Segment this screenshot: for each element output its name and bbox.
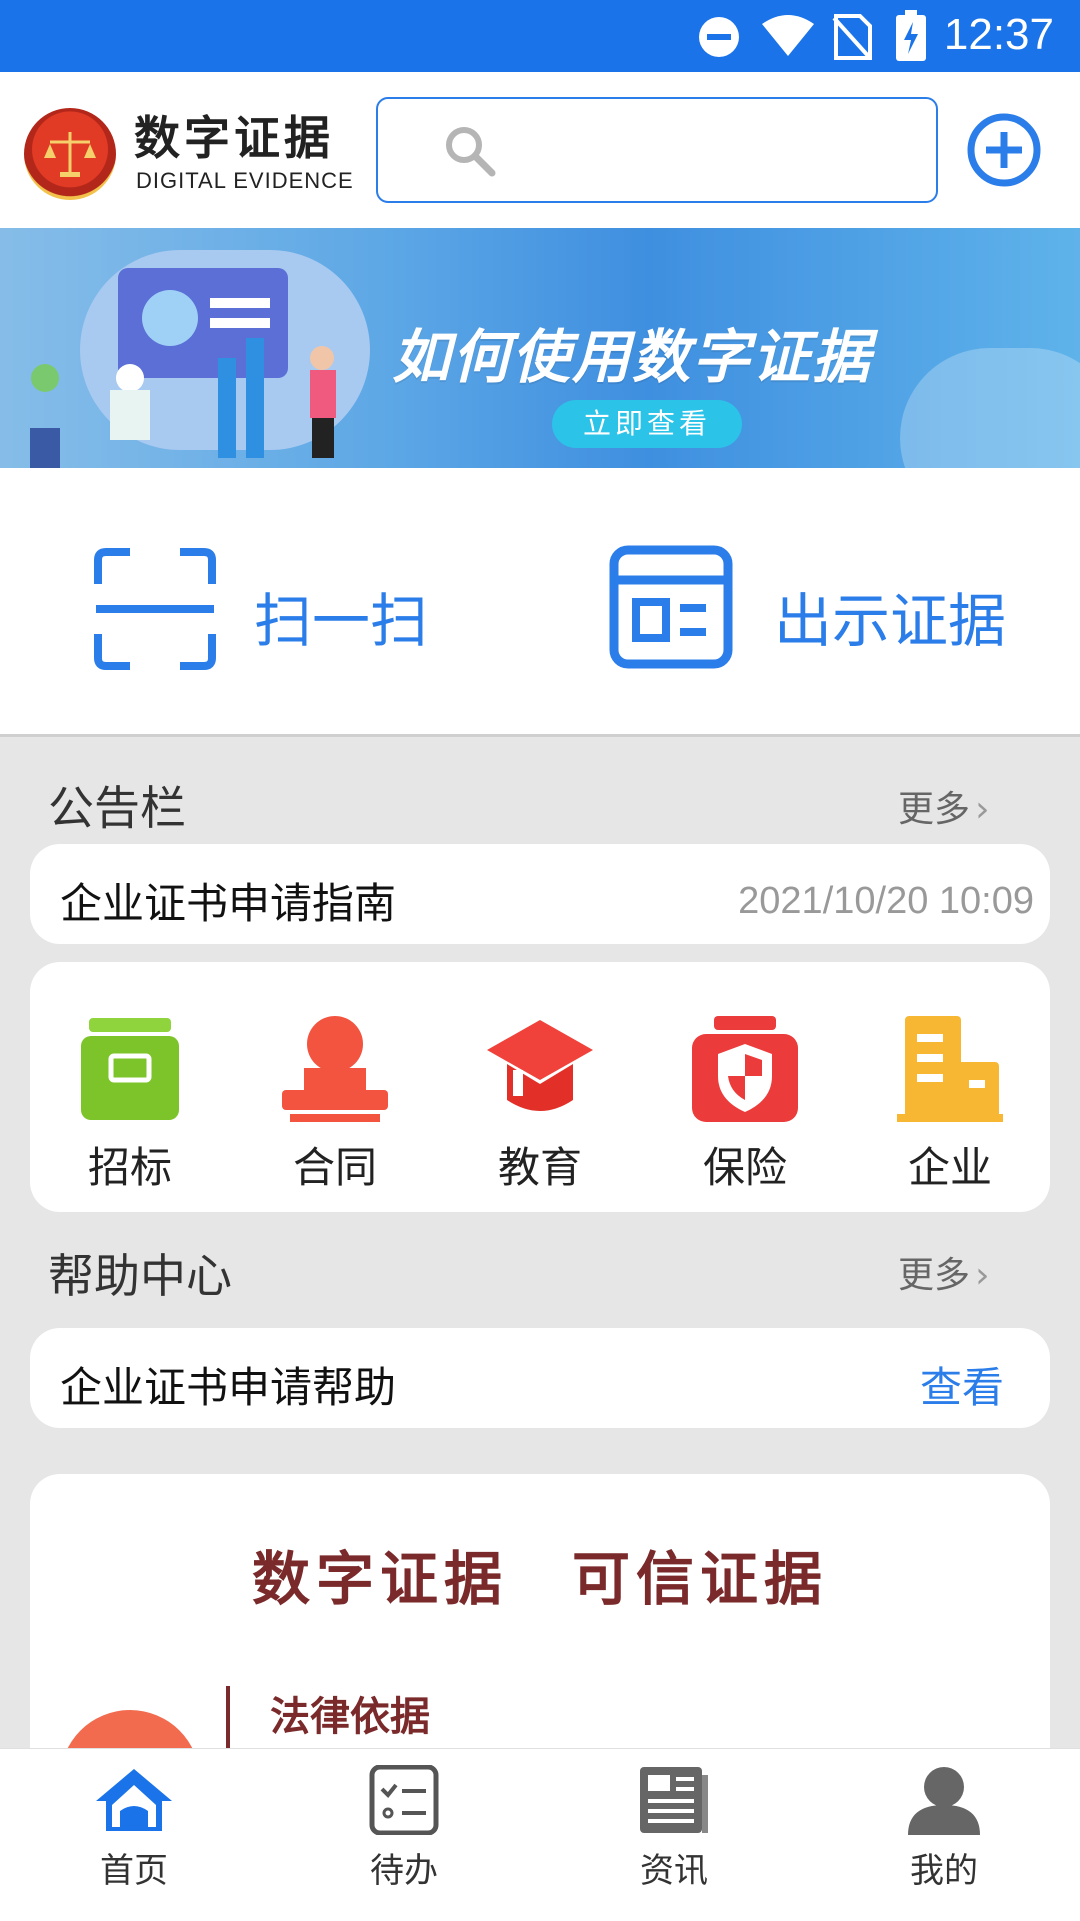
notice-more-link[interactable]: 更多 › bbox=[898, 780, 990, 832]
app-name-en: DIGITAL EVIDENCE bbox=[136, 168, 354, 193]
promo-card: 数字证据 可信证据 法律依据 bbox=[30, 1474, 1050, 1794]
category-enterprise-label: 企业 bbox=[907, 1143, 992, 1192]
wifi-icon bbox=[762, 15, 814, 56]
bottom-nav: 首页 待办 资讯 我的 bbox=[0, 1748, 1080, 1921]
nav-home[interactable]: 首页 bbox=[44, 1765, 224, 1892]
help-more-link[interactable]: 更多 › bbox=[898, 1246, 990, 1298]
news-icon bbox=[640, 1767, 708, 1833]
app-name-cn: 数字证据 bbox=[134, 111, 334, 165]
stamp-icon bbox=[282, 1016, 388, 1122]
scan-icon bbox=[94, 548, 216, 670]
category-tender-label: 招标 bbox=[87, 1143, 172, 1192]
battery-charging-icon bbox=[896, 10, 926, 61]
nav-profile[interactable]: 我的 bbox=[854, 1765, 1034, 1892]
banner-illustration bbox=[30, 268, 336, 468]
scales-icon bbox=[44, 132, 96, 177]
status-bar: 12:37 bbox=[0, 0, 1080, 72]
building-icon bbox=[897, 1016, 1003, 1122]
category-contract[interactable]: 合同 bbox=[265, 1014, 405, 1195]
category-insurance-label: 保险 bbox=[702, 1143, 787, 1192]
help-view-link[interactable]: 查看 bbox=[920, 1354, 1004, 1415]
status-time: 12:37 bbox=[943, 10, 1054, 59]
help-more-label: 更多 bbox=[898, 1255, 971, 1296]
chevron-right-icon: › bbox=[975, 1255, 990, 1296]
help-item[interactable]: 企业证书申请帮助 查看 bbox=[30, 1328, 1050, 1428]
search-input[interactable] bbox=[376, 97, 938, 203]
notice-title: 公告栏 bbox=[48, 781, 186, 835]
scan-button[interactable]: 扫一扫 bbox=[90, 544, 470, 674]
banner-decor bbox=[900, 348, 1080, 468]
notice-item[interactable]: 企业证书申请指南 2021/10/20 10:09 bbox=[30, 844, 1050, 944]
nav-todo-label: 待办 bbox=[370, 1851, 438, 1891]
home-icon bbox=[96, 1769, 172, 1831]
banner-title: 如何使用数字证据 bbox=[392, 323, 873, 391]
notice-item-text: 企业证书申请指南 bbox=[60, 879, 397, 928]
add-icon[interactable] bbox=[966, 112, 1042, 188]
court-emblem-logo bbox=[24, 108, 116, 200]
no-sim-icon bbox=[832, 14, 872, 60]
nav-news-label: 资讯 bbox=[640, 1851, 708, 1891]
notice-more-label: 更多 bbox=[898, 789, 971, 830]
category-education-label: 教育 bbox=[497, 1143, 582, 1192]
promo-title: 数字证据 可信证据 bbox=[251, 1545, 828, 1613]
nav-news[interactable]: 资讯 bbox=[584, 1765, 764, 1892]
profile-icon bbox=[908, 1767, 980, 1835]
help-item-text: 企业证书申请帮助 bbox=[60, 1363, 397, 1412]
app-header: 数字证据 DIGITAL EVIDENCE bbox=[0, 72, 1080, 228]
graduation-cap-icon bbox=[487, 1020, 593, 1111]
todo-list-icon bbox=[369, 1764, 439, 1836]
promo-banner[interactable]: 如何使用数字证据 立即查看 bbox=[0, 228, 1080, 468]
notice-item-time: 2021/10/20 10:09 bbox=[738, 880, 1034, 922]
nav-todo[interactable]: 待办 bbox=[314, 1764, 494, 1892]
promo-subtitle: 法律依据 bbox=[270, 1694, 430, 1740]
chevron-right-icon: › bbox=[975, 789, 990, 830]
scan-label: 扫一扫 bbox=[254, 587, 429, 655]
show-evidence-label: 出示证据 bbox=[774, 587, 1007, 655]
shield-icon bbox=[692, 1016, 798, 1122]
quick-actions: 扫一扫 出示证据 bbox=[0, 468, 1080, 737]
show-evidence-button[interactable]: 出示证据 bbox=[608, 544, 1048, 674]
tender-box-icon bbox=[81, 1018, 179, 1120]
evidence-card-icon bbox=[609, 545, 733, 669]
banner-view-button[interactable]: 立即查看 bbox=[552, 400, 742, 448]
category-insurance[interactable]: 保险 bbox=[675, 1014, 815, 1195]
nav-home-label: 首页 bbox=[100, 1851, 168, 1891]
category-tender[interactable]: 招标 bbox=[60, 1014, 200, 1195]
category-education[interactable]: 教育 bbox=[470, 1014, 610, 1195]
category-grid: 招标 合同 教育 保险 企业 bbox=[30, 962, 1050, 1212]
help-title: 帮助中心 bbox=[48, 1249, 232, 1303]
nav-profile-label: 我的 bbox=[910, 1851, 978, 1891]
search-icon bbox=[446, 127, 496, 177]
category-contract-label: 合同 bbox=[292, 1143, 377, 1192]
category-enterprise[interactable]: 企业 bbox=[880, 1014, 1020, 1195]
do-not-disturb-icon bbox=[699, 17, 739, 57]
